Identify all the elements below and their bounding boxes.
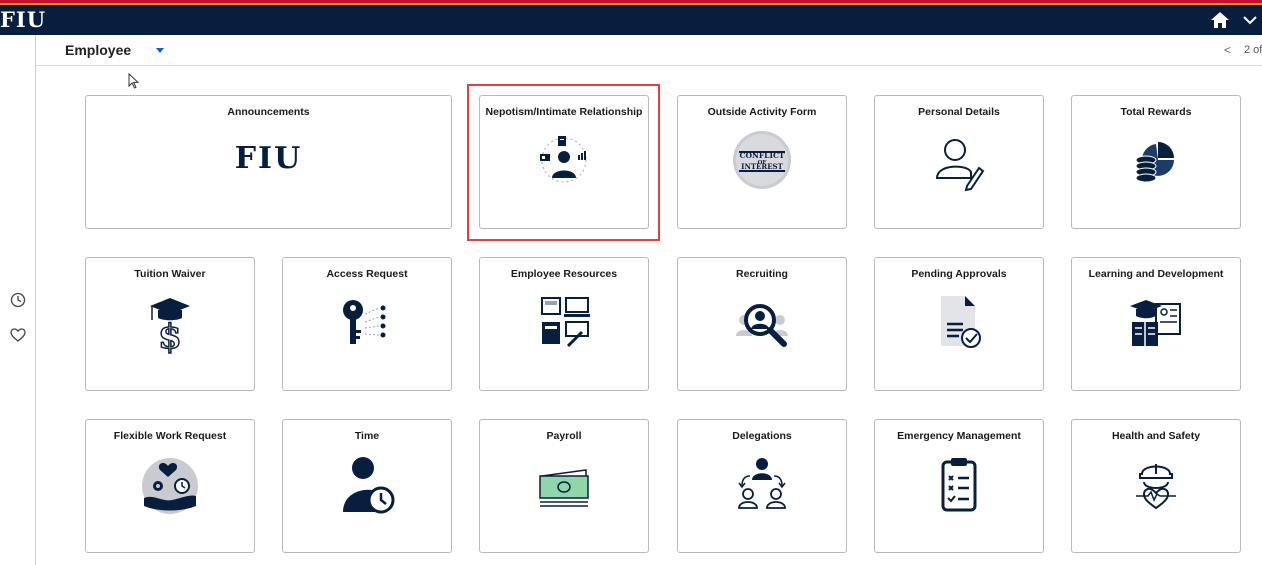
- tile-time[interactable]: Time: [282, 419, 452, 553]
- fiu-logo[interactable]: FIU: [0, 8, 46, 32]
- document-check-icon: [941, 296, 981, 348]
- tile-flexible-work[interactable]: Flexible Work Request: [85, 419, 255, 553]
- tile-title: Announcements: [227, 106, 310, 118]
- tile-outside-activity[interactable]: Outside Activity Form CONFLICT OF INTERE…: [677, 95, 847, 229]
- graduation-book-icon: [1130, 300, 1181, 346]
- search-person-icon: [736, 304, 788, 347]
- delegation-people-icon: [738, 458, 786, 509]
- tile-title: Delegations: [732, 430, 792, 442]
- tile-payroll[interactable]: Payroll: [479, 419, 649, 553]
- pager-prev-icon[interactable]: <: [1224, 43, 1231, 57]
- tile-tuition-waiver[interactable]: Tuition Waiver $: [85, 257, 255, 391]
- tile-access-request[interactable]: Access Request: [282, 257, 452, 391]
- tile-emergency-management[interactable]: Emergency Management: [874, 419, 1044, 553]
- tile-learning-development[interactable]: Learning and Development: [1071, 257, 1241, 391]
- top-navbar: FIU: [0, 5, 1262, 35]
- person-edit-icon: [935, 139, 985, 192]
- fiu-logo-icon: FIU: [234, 141, 303, 176]
- chevron-down-icon[interactable]: [156, 48, 164, 53]
- person-clock-icon: [343, 457, 395, 514]
- banknote-icon: [539, 469, 589, 507]
- recent-history-icon[interactable]: [10, 292, 26, 308]
- stamp-line-3: INTEREST: [741, 162, 783, 171]
- mouse-cursor-icon: [128, 73, 140, 89]
- svg-text:$: $: [158, 317, 182, 354]
- tile-title: Total Rewards: [1120, 106, 1192, 118]
- tile-title: Tuition Waiver: [134, 268, 206, 280]
- tile-title: Flexible Work Request: [113, 430, 227, 442]
- favorites-heart-icon[interactable]: [10, 327, 26, 343]
- home-icon[interactable]: [1210, 11, 1230, 29]
- tile-title: Pending Approvals: [911, 268, 1007, 280]
- left-side-bar: [0, 35, 36, 565]
- graduation-dollar-icon: $: [150, 298, 190, 354]
- hand-heart-clock-icon: [142, 458, 198, 514]
- tile-title: Personal Details: [918, 106, 1000, 118]
- conflict-of-interest-stamp-icon: CONFLICT OF INTEREST: [733, 131, 791, 189]
- tile-title: Payroll: [546, 430, 582, 442]
- hardhat-heart-icon: [1136, 464, 1176, 510]
- key-network-icon: [343, 300, 386, 344]
- tile-title: Recruiting: [736, 268, 788, 280]
- stamp-line-1: CONFLICT: [739, 151, 784, 160]
- page-title[interactable]: Employee: [65, 42, 131, 58]
- page-header: Employee < 2 of: [36, 35, 1262, 66]
- clipboard-checklist-icon: [941, 458, 977, 512]
- tile-title: Learning and Development: [1088, 268, 1224, 280]
- tile-title: Access Request: [326, 268, 408, 280]
- pager-label: 2 of: [1244, 44, 1262, 56]
- tile-delegations[interactable]: Delegations: [677, 419, 847, 553]
- tile-title: Employee Resources: [510, 268, 618, 280]
- tile-title: Outside Activity Form: [707, 106, 817, 118]
- tile-title: Health and Safety: [1111, 430, 1201, 442]
- tile-title: Emergency Management: [897, 430, 1021, 442]
- tile-personal-details[interactable]: Personal Details: [874, 95, 1044, 229]
- resources-icon: [541, 297, 590, 348]
- tile-pending-approvals[interactable]: Pending Approvals: [874, 257, 1044, 391]
- tile-health-safety[interactable]: Health and Safety: [1071, 419, 1241, 553]
- tile-title: Time: [354, 430, 380, 442]
- tile-announcements[interactable]: Announcements FIU: [85, 95, 452, 229]
- tile-total-rewards[interactable]: Total Rewards: [1071, 95, 1241, 229]
- tile-employee-resources[interactable]: Employee Resources: [479, 257, 649, 391]
- tile-recruiting[interactable]: Recruiting: [677, 257, 847, 391]
- coins-pie-chart-icon: [1135, 142, 1174, 183]
- chevron-down-icon[interactable]: [1242, 13, 1258, 27]
- selected-tile-highlight: [467, 84, 660, 241]
